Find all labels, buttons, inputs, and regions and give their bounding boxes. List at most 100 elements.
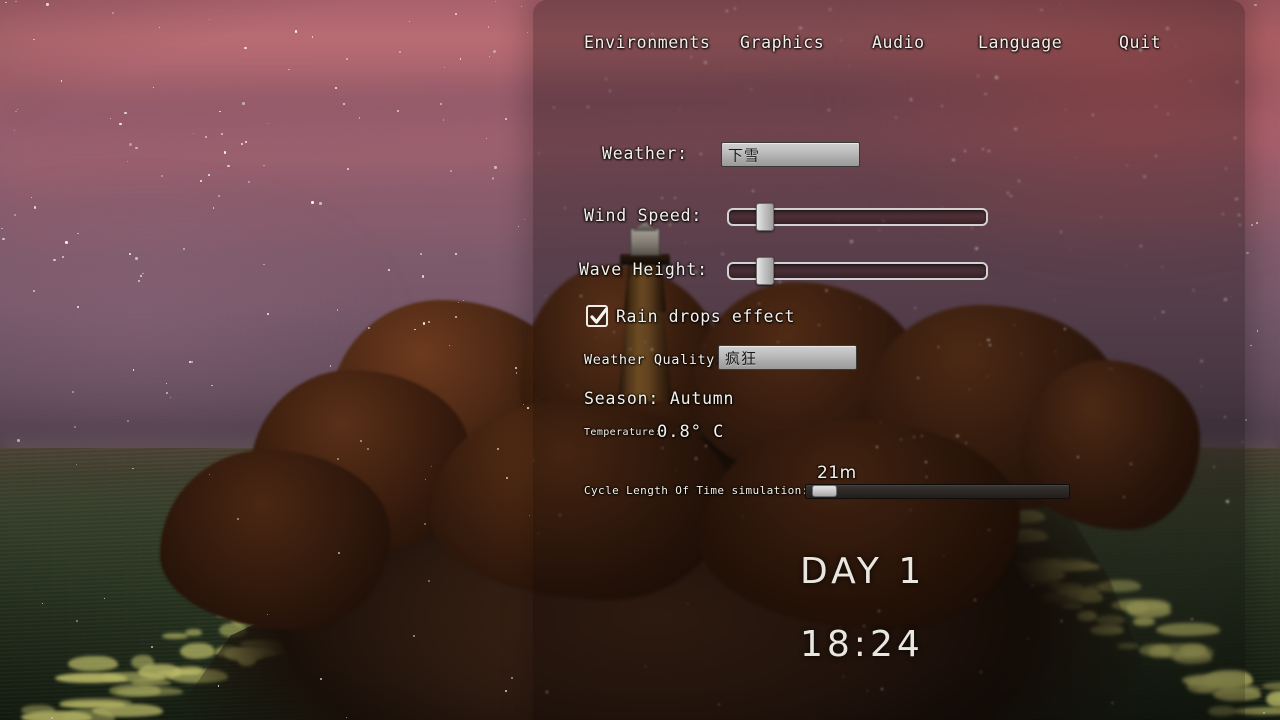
snow-particle: [212, 207, 215, 209]
temperature-label: Temperature:: [584, 427, 662, 438]
rain-drops-label: Rain drops effect: [616, 307, 796, 326]
snow-particle: [523, 218, 525, 220]
snow-particle: [1245, 419, 1247, 422]
snow-particle: [126, 160, 128, 162]
snow-particle: [1246, 251, 1249, 255]
snow-particle: [208, 473, 210, 475]
snow-particle: [388, 269, 390, 271]
snow-particle: [17, 439, 20, 442]
snow-particle: [126, 419, 129, 422]
snow-particle: [15, 1, 17, 3]
tab-language[interactable]: Language: [978, 33, 1062, 52]
snow-particle: [511, 677, 513, 679]
snow-particle: [422, 322, 425, 325]
season-value: Season: Autumn: [584, 389, 735, 408]
wind-speed-slider-handle[interactable]: [756, 203, 774, 231]
foam-blob: [157, 670, 201, 675]
snow-particle: [493, 50, 497, 53]
weather-quality-label: Weather Quality:: [584, 352, 724, 368]
tab-audio[interactable]: Audio: [872, 33, 925, 52]
foam-blob: [162, 633, 188, 639]
wave-height-label: Wave Height:: [579, 260, 708, 279]
snow-particle: [135, 146, 138, 149]
snow-particle: [515, 372, 518, 374]
cycle-length-slider-handle[interactable]: [812, 485, 837, 497]
settings-panel: Environments Graphics Audio Language Qui…: [533, 0, 1245, 720]
snow-particle: [319, 678, 322, 681]
snow-particle: [15, 110, 17, 112]
cycle-length-label: Cycle Length Of Time simulation:: [584, 484, 809, 497]
snow-particle: [346, 716, 348, 718]
snow-particle: [515, 366, 518, 369]
snow-particle: [1256, 329, 1259, 332]
weather-dropdown-value: 下雪: [728, 146, 761, 164]
snow-particle: [142, 272, 144, 275]
snow-particle: [50, 716, 53, 719]
snow-particle: [223, 151, 227, 154]
tab-environments[interactable]: Environments: [584, 33, 710, 52]
snow-particle: [318, 202, 322, 205]
snow-particle: [129, 143, 132, 146]
snow-particle: [1250, 224, 1253, 226]
temperature-value: 0.8° C: [657, 422, 725, 442]
snow-particle: [497, 448, 499, 450]
cycle-length-value: 21m: [817, 463, 857, 483]
snow-particle: [342, 102, 345, 105]
weather-dropdown[interactable]: 下雪: [721, 142, 860, 167]
weather-quality-dropdown-value: 疯狂: [725, 349, 758, 367]
snow-particle: [158, 26, 160, 28]
snow-particle: [140, 274, 143, 277]
snow-particle: [217, 685, 219, 687]
snow-particle: [522, 403, 524, 405]
checkmark-icon: [590, 307, 608, 324]
tab-quit[interactable]: Quit: [1119, 33, 1161, 52]
snow-particle: [491, 177, 495, 180]
foam-blob: [185, 629, 202, 636]
snow-particle: [334, 86, 337, 89]
foam-blob: [109, 684, 161, 697]
snow-particle: [424, 478, 426, 481]
snow-particle: [311, 200, 314, 204]
snow-particle: [504, 689, 507, 692]
snow-particle: [526, 31, 528, 33]
snow-particle: [190, 360, 193, 363]
cycle-length-slider[interactable]: [805, 484, 1070, 499]
day-counter: DAY 1: [800, 551, 926, 592]
weather-quality-dropdown[interactable]: 疯狂: [718, 345, 857, 370]
weather-label: Weather:: [602, 144, 688, 163]
snow-particle: [346, 58, 348, 60]
snow-particle: [169, 396, 171, 398]
tab-graphics[interactable]: Graphics: [740, 33, 824, 52]
snow-particle: [76, 305, 79, 308]
rain-drops-checkbox[interactable]: [586, 305, 608, 327]
snow-particle: [527, 407, 529, 409]
snow-particle: [242, 102, 245, 105]
snow-particle: [219, 110, 221, 113]
snow-particle: [227, 164, 230, 167]
snow-particle: [30, 196, 32, 198]
snow-particle: [41, 602, 43, 604]
foam-blob: [180, 643, 215, 659]
foam-blob: [21, 705, 55, 715]
foam-blob: [68, 656, 118, 671]
snow-particle: [71, 390, 74, 393]
foam-blob: [92, 704, 163, 717]
settings-tabbar: Environments Graphics Audio Language Qui…: [533, 33, 1245, 59]
snow-particle: [199, 179, 202, 182]
wave-height-slider-handle[interactable]: [756, 257, 774, 285]
snow-particle: [204, 135, 207, 138]
snow-particle: [61, 255, 64, 258]
wind-speed-slider[interactable]: [727, 203, 988, 231]
foam-blob: [131, 679, 171, 686]
snow-particle: [244, 46, 247, 49]
snow-particle: [183, 247, 185, 250]
cycle-length-slider-track: [805, 484, 1070, 499]
snow-particle: [189, 360, 191, 363]
snow-particle: [448, 344, 450, 346]
snow-particle: [485, 138, 487, 140]
snow-particle: [360, 440, 362, 442]
snow-particle: [442, 119, 444, 121]
wave-height-slider[interactable]: [727, 257, 988, 285]
snow-particle: [494, 166, 497, 169]
snow-particle: [60, 80, 62, 82]
